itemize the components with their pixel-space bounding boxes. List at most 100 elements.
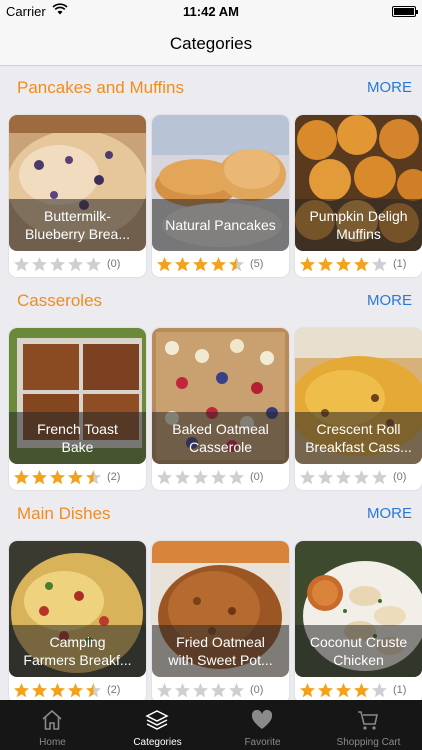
recipe-photo: Coconut Cruste Chicken — [295, 541, 422, 677]
recipe-photo: Natural Pancakes — [152, 115, 289, 251]
recipe-photo: Buttermilk- Blueberry Brea... — [9, 115, 146, 251]
stars — [299, 682, 389, 699]
page-title: Categories — [169, 34, 253, 53]
recipe-card[interactable]: Buttermilk- Blueberry Brea... (0) — [9, 115, 146, 277]
recipe-title: French Toast Bake — [37, 421, 118, 455]
star-icon — [336, 682, 351, 697]
rating-count: (5) — [250, 258, 264, 270]
star-icon — [193, 256, 208, 271]
star-icon — [318, 469, 333, 484]
star-icon — [175, 256, 190, 271]
star-rating: (5) — [156, 255, 263, 273]
star-icon — [157, 682, 172, 697]
recipe-photo: Pumpkin Deligh Muffins — [295, 115, 422, 251]
recipe-photo: Camping Farmers Breakf... — [9, 541, 146, 677]
star-icon — [372, 682, 387, 697]
rating-count: (2) — [107, 471, 121, 483]
star-rating: (2) — [13, 681, 120, 699]
recipe-card[interactable]: Fried Oatmeal with Sweet Pot... (0) — [152, 541, 289, 700]
categories-scroll-view[interactable]: Pancakes and Muffins MORE Buttermilk- Bl… — [0, 66, 422, 700]
star-rating: (1) — [299, 681, 406, 699]
recipe-caption: Coconut Cruste Chicken — [295, 625, 422, 677]
star-icon — [211, 469, 226, 484]
rating-count: (0) — [250, 471, 264, 483]
recipe-card[interactable]: Coconut Cruste Chicken (1) — [295, 541, 422, 700]
recipe-card[interactable]: French Toast Bake (2) — [9, 328, 146, 490]
star-icon — [32, 469, 47, 484]
section-header: Main Dishes MORE — [17, 504, 412, 528]
stars — [13, 469, 103, 486]
star-icon — [86, 469, 101, 484]
recipe-photo: Baked Oatmeal Casserole — [152, 328, 289, 464]
more-button[interactable]: MORE — [367, 79, 412, 96]
star-icon — [229, 682, 244, 697]
section-title: Casseroles — [17, 291, 103, 310]
recipe-card[interactable]: Crescent Roll Breakfast Cass... (0) — [295, 328, 422, 490]
star-icon — [68, 682, 83, 697]
recipe-title: Buttermilk- Blueberry Brea... — [24, 208, 131, 242]
recipe-caption: Pumpkin Deligh Muffins — [295, 199, 422, 251]
star-icon — [68, 469, 83, 484]
recipe-card[interactable]: Pumpkin Deligh Muffins (1) — [295, 115, 422, 277]
star-rating: (0) — [299, 468, 406, 486]
cart-icon — [356, 708, 380, 732]
rating-count: (1) — [393, 258, 407, 270]
tab-shopping-cart[interactable]: Shopping Cart — [315, 700, 422, 750]
more-button[interactable]: MORE — [367, 505, 412, 522]
star-icon — [14, 256, 29, 271]
star-icon — [86, 682, 101, 697]
star-icon — [229, 469, 244, 484]
star-rating: (0) — [13, 255, 120, 273]
recipe-card[interactable]: Camping Farmers Breakf... (2) — [9, 541, 146, 700]
star-icon — [300, 469, 315, 484]
recipe-card[interactable]: Natural Pancakes (5) — [152, 115, 289, 277]
star-icon — [14, 682, 29, 697]
recipe-caption: Natural Pancakes — [152, 199, 289, 251]
recipe-photo: Crescent Roll Breakfast Cass... — [295, 328, 422, 464]
tab-bar: Home Categories Favorite Shopping Cart — [0, 700, 422, 750]
section-header: Pancakes and Muffins MORE — [17, 78, 412, 102]
star-icon — [50, 682, 65, 697]
battery-icon — [392, 6, 418, 17]
tab-label: Categories — [133, 737, 182, 748]
star-icon — [229, 256, 244, 271]
star-icon — [157, 469, 172, 484]
heart-icon — [250, 708, 274, 732]
star-icon — [354, 682, 369, 697]
recipe-title: Baked Oatmeal Casserole — [172, 421, 269, 455]
tab-categories[interactable]: Categories — [105, 700, 210, 750]
recipe-title: Pumpkin Deligh Muffins — [309, 208, 408, 242]
star-icon — [14, 469, 29, 484]
stars — [13, 256, 103, 273]
star-icon — [193, 469, 208, 484]
star-icon — [32, 682, 47, 697]
star-rating: (2) — [13, 468, 120, 486]
tab-favorite[interactable]: Favorite — [210, 700, 315, 750]
star-icon — [354, 469, 369, 484]
recipe-card[interactable]: Baked Oatmeal Casserole (0) — [152, 328, 289, 490]
rating-count: (0) — [393, 471, 407, 483]
layers-icon — [145, 708, 169, 732]
star-icon — [372, 256, 387, 271]
star-icon — [86, 256, 101, 271]
star-icon — [50, 469, 65, 484]
rating-count: (1) — [393, 684, 407, 696]
rating-count: (0) — [250, 684, 264, 696]
stars — [156, 682, 246, 699]
tab-label: Shopping Cart — [336, 737, 401, 748]
tab-label: Favorite — [244, 737, 281, 748]
navigation-bar: Categories — [0, 22, 422, 66]
star-icon — [300, 256, 315, 271]
star-icon — [193, 682, 208, 697]
more-button[interactable]: MORE — [367, 292, 412, 309]
star-icon — [211, 682, 226, 697]
star-icon — [336, 469, 351, 484]
recipe-caption: Fried Oatmeal with Sweet Pot... — [152, 625, 289, 677]
stars — [156, 469, 246, 486]
recipe-title: Fried Oatmeal with Sweet Pot... — [168, 634, 273, 668]
recipe-title: Natural Pancakes — [165, 217, 276, 233]
section-title: Main Dishes — [17, 504, 111, 523]
rating-count: (0) — [107, 258, 121, 270]
tab-home[interactable]: Home — [0, 700, 105, 750]
section-title: Pancakes and Muffins — [17, 78, 184, 97]
